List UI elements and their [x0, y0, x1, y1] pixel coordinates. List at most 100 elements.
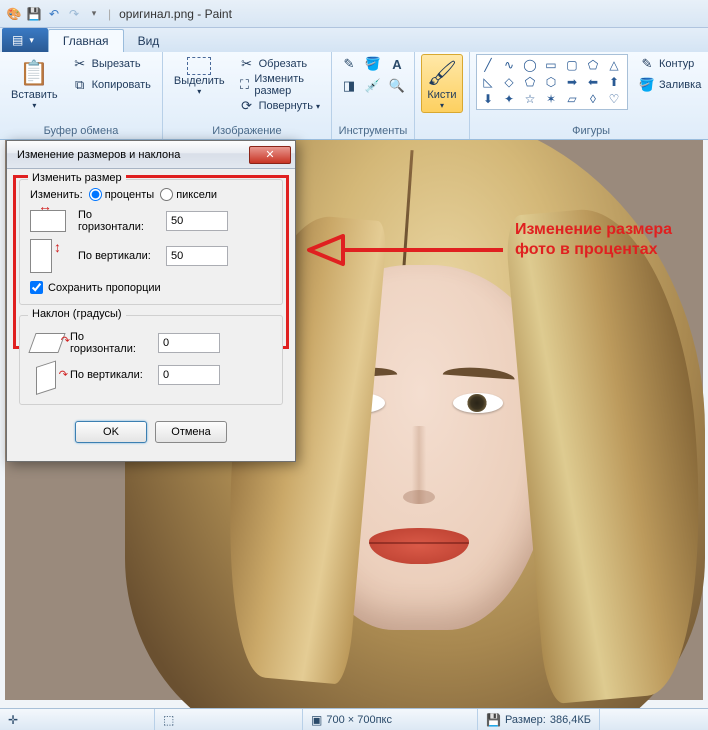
- chevron-down-icon: ▾: [197, 87, 201, 96]
- vertical-input[interactable]: [166, 246, 228, 266]
- file-menu[interactable]: ▤▾: [2, 28, 48, 52]
- shape-diamond[interactable]: ◇: [500, 74, 518, 90]
- crop-icon: ✂: [239, 56, 255, 72]
- chevron-down-icon: ▾: [440, 101, 444, 110]
- shape-curve[interactable]: ∿: [500, 57, 518, 73]
- cut-button[interactable]: ✂Вырезать: [67, 54, 156, 74]
- radio-percent-input[interactable]: [89, 188, 102, 201]
- group-brushes: 🖌 Кисти ▾: [415, 52, 470, 139]
- file-icon: ▤: [12, 33, 23, 47]
- skew-v-icon: ↷: [30, 362, 62, 388]
- skew-h-icon: ↷: [30, 330, 62, 356]
- resize-fieldset: Изменить размер Изменить: проценты пиксе…: [19, 179, 283, 305]
- eraser-tool[interactable]: ◨: [338, 76, 360, 96]
- resize-icon: ⛶: [239, 77, 251, 93]
- group-label: Изображение: [169, 125, 325, 139]
- shape-arrow-d[interactable]: ⬇: [479, 91, 497, 107]
- shape-rect[interactable]: ▭: [542, 57, 560, 73]
- dimensions-icon: ▣: [311, 713, 322, 727]
- filesize-label: Размер:: [505, 714, 546, 726]
- radio-percent[interactable]: проценты: [89, 188, 155, 201]
- fill-icon: 🪣: [639, 77, 655, 93]
- resize-legend: Изменить размер: [28, 172, 126, 184]
- shapes-gallery[interactable]: ╱ ∿ ◯ ▭ ▢ ⬠ △ ◺ ◇ ⬠ ⬡ ➡ ⬅ ⬆ ⬇ ✦ ☆ ✶ ▱ ◊: [476, 54, 628, 110]
- close-icon: ✕: [265, 148, 274, 161]
- group-shapes: ╱ ∿ ◯ ▭ ▢ ⬠ △ ◺ ◇ ⬠ ⬡ ➡ ⬅ ⬆ ⬇ ✦ ☆ ✶ ▱ ◊: [470, 52, 708, 139]
- shape-roundrect[interactable]: ▢: [563, 57, 581, 73]
- resize-dialog: Изменение размеров и наклона ✕ Изменить …: [6, 140, 296, 462]
- resize-button[interactable]: ⛶Изменить размер: [234, 75, 325, 95]
- horizontal-label: По горизонтали:: [78, 209, 158, 233]
- shape-callout[interactable]: ▱: [563, 91, 581, 107]
- shape-heart[interactable]: ♡: [605, 91, 623, 107]
- crop-button[interactable]: ✂Обрезать: [234, 54, 325, 74]
- vertical-icon: [30, 239, 52, 273]
- pencil-tool[interactable]: ✎: [338, 54, 360, 74]
- brushes-button[interactable]: 🖌 Кисти ▾: [421, 54, 463, 113]
- shape-rtriangle[interactable]: ◺: [479, 74, 497, 90]
- picker-tool[interactable]: 💉: [362, 76, 384, 96]
- zoom-tool[interactable]: 🔍: [386, 76, 408, 96]
- skew-v-input[interactable]: [158, 365, 220, 385]
- window-title: оригинал.png - Paint: [119, 7, 232, 21]
- app-icon: 🎨: [6, 6, 22, 22]
- shape-hexagon[interactable]: ⬡: [542, 74, 560, 90]
- annotation-text: Изменение размера фото в процентах: [515, 220, 703, 260]
- ribbon: 📋 Вставить ▾ ✂Вырезать ⧉Копировать Буфер…: [0, 52, 708, 140]
- radio-pixels-input[interactable]: [160, 188, 173, 201]
- radio-pixels[interactable]: пиксели: [160, 188, 217, 201]
- ok-button[interactable]: OK: [75, 421, 147, 443]
- tab-view[interactable]: Вид: [124, 30, 174, 52]
- select-button[interactable]: Выделить ▾: [169, 54, 230, 116]
- group-label: Фигуры: [476, 125, 706, 139]
- paste-button[interactable]: 📋 Вставить ▾: [6, 54, 63, 113]
- shape-arrow-r[interactable]: ➡: [563, 74, 581, 90]
- shape-star4[interactable]: ✦: [500, 91, 518, 107]
- shape-callout2[interactable]: ◊: [584, 91, 602, 107]
- cancel-button[interactable]: Отмена: [155, 421, 227, 443]
- save-icon[interactable]: 💾: [26, 6, 42, 22]
- chevron-down-icon: ▾: [32, 101, 36, 110]
- selection-icon: ⬚: [163, 713, 174, 727]
- shape-triangle[interactable]: △: [605, 57, 623, 73]
- filesize-icon: 💾: [486, 713, 501, 727]
- redo-icon[interactable]: ↷: [66, 6, 82, 22]
- skew-h-label: По горизонтали:: [70, 331, 150, 355]
- clipboard-icon: 📋: [18, 57, 50, 89]
- copy-icon: ⧉: [72, 77, 88, 93]
- horizontal-input[interactable]: [166, 211, 228, 231]
- fill-button[interactable]: 🪣Заливка: [634, 75, 706, 95]
- shape-star5[interactable]: ☆: [521, 91, 539, 107]
- filesize-value: 386,4КБ: [550, 714, 591, 726]
- shape-star6[interactable]: ✶: [542, 91, 560, 107]
- text-tool[interactable]: A: [386, 54, 408, 74]
- status-bar: ✛ ⬚ ▣700 × 700пкс 💾Размер: 386,4КБ: [0, 708, 708, 730]
- copy-button[interactable]: ⧉Копировать: [67, 75, 156, 95]
- ribbon-tabs: ▤▾ Главная Вид: [0, 28, 708, 52]
- shape-pentagon[interactable]: ⬠: [521, 74, 539, 90]
- group-label: Буфер обмена: [6, 125, 156, 139]
- skew-legend: Наклон (градусы): [28, 308, 126, 320]
- shape-arrow-l[interactable]: ⬅: [584, 74, 602, 90]
- dialog-titlebar[interactable]: Изменение размеров и наклона ✕: [7, 141, 295, 169]
- canvas-dimensions: 700 × 700пкс: [326, 714, 392, 726]
- group-label: Инструменты: [338, 125, 408, 139]
- rotate-icon: ⟳: [239, 98, 255, 114]
- aspect-label: Сохранить пропорции: [48, 282, 161, 294]
- horizontal-icon: [30, 210, 66, 232]
- rotate-button[interactable]: ⟳Повернуть▾: [234, 96, 325, 116]
- undo-icon[interactable]: ↶: [46, 6, 62, 22]
- shape-oval[interactable]: ◯: [521, 57, 539, 73]
- shape-polygon[interactable]: ⬠: [584, 57, 602, 73]
- outline-button[interactable]: ✎Контур: [634, 54, 706, 74]
- qa-dropdown-icon[interactable]: ▾: [86, 6, 102, 22]
- shape-arrow-u[interactable]: ⬆: [605, 74, 623, 90]
- vertical-label: По вертикали:: [78, 250, 158, 262]
- aspect-checkbox[interactable]: [30, 281, 43, 294]
- tab-main[interactable]: Главная: [48, 29, 124, 52]
- fill-tool[interactable]: 🪣: [362, 54, 384, 74]
- close-button[interactable]: ✕: [249, 146, 291, 164]
- skew-h-input[interactable]: [158, 333, 220, 353]
- shape-line[interactable]: ╱: [479, 57, 497, 73]
- dialog-title: Изменение размеров и наклона: [17, 149, 180, 161]
